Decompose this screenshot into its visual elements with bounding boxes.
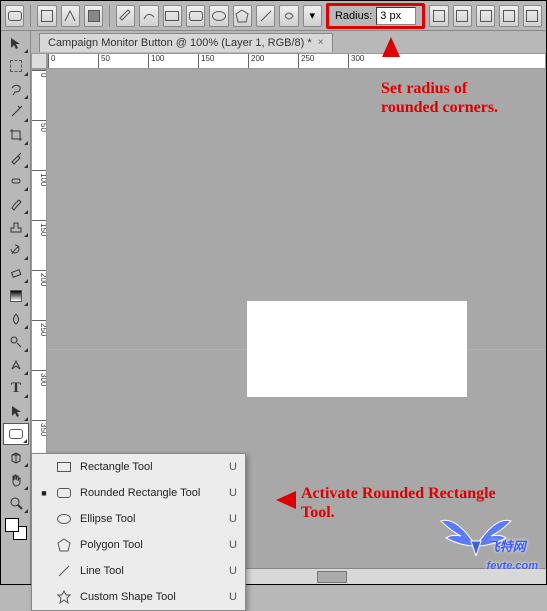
marquee-tool[interactable] [3,55,29,77]
type-tool[interactable]: T [3,377,29,399]
eyedropper-tool[interactable] [3,147,29,169]
radius-input[interactable] [376,7,416,25]
annotation-radius: Set radius of rounded corners. [381,79,498,117]
ruler-tick: 250 [298,54,314,69]
color-swatches[interactable] [5,518,27,540]
selected-marker: ■ [40,488,48,498]
flyout-label: Rounded Rectangle Tool [80,487,221,499]
arrow-left-icon [276,491,296,509]
rectangle-shape-icon[interactable] [163,5,182,27]
polygon-shape-icon[interactable] [233,5,252,27]
flyout-item-rect[interactable]: Rectangle Tool U [32,454,245,480]
flyout-label: Custom Shape Tool [80,591,221,603]
zoom-tool[interactable] [3,492,29,514]
horizontal-ruler[interactable]: 0 50 100 150 200 250 300 [47,53,546,69]
rrect-icon [56,485,72,501]
shape-tool-flyout: Rectangle ToolU■Rounded Rectangle ToolUE… [31,453,246,611]
combine-add-icon[interactable] [453,5,472,27]
flyout-item-line[interactable]: Line Tool U [32,558,245,584]
polygon-icon [56,537,72,553]
document-tab-strip: Campaign Monitor Button @ 100% (Layer 1,… [31,31,546,53]
shape-tool[interactable] [3,423,29,445]
ruler-tick: 0 [48,54,55,69]
ruler-origin[interactable] [31,53,47,69]
eraser-tool[interactable] [3,262,29,284]
history-brush-tool[interactable] [3,239,29,261]
foreground-color-swatch[interactable] [5,518,19,532]
flyout-shortcut: U [229,513,237,525]
flyout-label: Polygon Tool [80,539,221,551]
blur-tool[interactable] [3,308,29,330]
star-icon [56,589,72,605]
arrow-up-icon [382,37,400,57]
ruler-tick: 200 [32,270,47,286]
crop-tool[interactable] [3,124,29,146]
paths-mode[interactable] [61,5,80,27]
document-tab-title: Campaign Monitor Button @ 100% (Layer 1,… [48,37,312,49]
brush-tool[interactable] [3,193,29,215]
flyout-item-ellipse[interactable]: Ellipse Tool U [32,506,245,532]
close-icon[interactable]: × [318,37,324,48]
pen-icon[interactable] [116,5,135,27]
flyout-shortcut: U [229,487,237,499]
ruler-tick: 50 [32,120,47,132]
heal-tool[interactable] [3,170,29,192]
wand-tool[interactable] [3,101,29,123]
flyout-shortcut: U [229,565,237,577]
line-shape-icon[interactable] [256,5,275,27]
flyout-shortcut: U [229,461,237,473]
flyout-label: Rectangle Tool [80,461,221,473]
path-select-tool[interactable] [3,400,29,422]
options-bar: ▾ Radius: [1,1,546,31]
document-tab[interactable]: Campaign Monitor Button @ 100% (Layer 1,… [39,33,333,52]
rounded-rectangle-shape-icon[interactable] [186,5,205,27]
dodge-tool[interactable] [3,331,29,353]
ruler-tick: 300 [348,54,364,69]
flyout-label: Line Tool [80,565,221,577]
ruler-tick: 100 [32,170,47,186]
ellipse-shape-icon[interactable] [209,5,228,27]
combine-new-icon[interactable] [429,5,448,27]
flyout-item-polygon[interactable]: Polygon Tool U [32,532,245,558]
ruler-tick: 350 [32,420,47,436]
ruler-tick: 250 [32,320,47,336]
hand-tool[interactable] [3,469,29,491]
canvas[interactable] [247,301,467,397]
ruler-tick: 150 [32,220,47,236]
scrollbar-thumb[interactable] [317,571,347,583]
fill-pixels-mode[interactable] [84,5,103,27]
pen-tool[interactable] [3,354,29,376]
geometry-dropdown-icon[interactable]: ▾ [303,5,322,27]
3d-tool[interactable] [3,446,29,468]
gradient-tool[interactable] [3,285,29,307]
freeform-pen-icon[interactable] [139,5,158,27]
lasso-tool[interactable] [3,78,29,100]
stamp-tool[interactable] [3,216,29,238]
ruler-tick: 0 [32,70,47,77]
flyout-label: Ellipse Tool [80,513,221,525]
custom-shape-icon[interactable] [279,5,298,27]
combine-exclude-icon[interactable] [523,5,542,27]
ruler-tick: 300 [32,370,47,386]
ruler-tick: 150 [198,54,214,69]
radius-label: Radius: [335,10,372,22]
watermark-text: 飞特网 fevte.com [487,536,538,574]
shape-layers-mode[interactable] [37,5,56,27]
move-tool[interactable] [3,32,29,54]
flyout-shortcut: U [229,539,237,551]
flyout-shortcut: U [229,591,237,603]
ruler-tick: 200 [248,54,264,69]
ruler-tick: 100 [148,54,164,69]
flyout-item-rrect[interactable]: ■ Rounded Rectangle Tool U [32,480,245,506]
rect-icon [56,459,72,475]
flyout-item-star[interactable]: Custom Shape Tool U [32,584,245,610]
line-icon [56,563,72,579]
combine-intersect-icon[interactable] [499,5,518,27]
ellipse-icon [56,511,72,527]
tool-preset-picker[interactable] [5,5,24,27]
toolbox: T [1,31,31,584]
radius-field-highlight: Radius: [326,3,425,29]
combine-subtract-icon[interactable] [476,5,495,27]
ruler-tick: 50 [98,54,110,69]
